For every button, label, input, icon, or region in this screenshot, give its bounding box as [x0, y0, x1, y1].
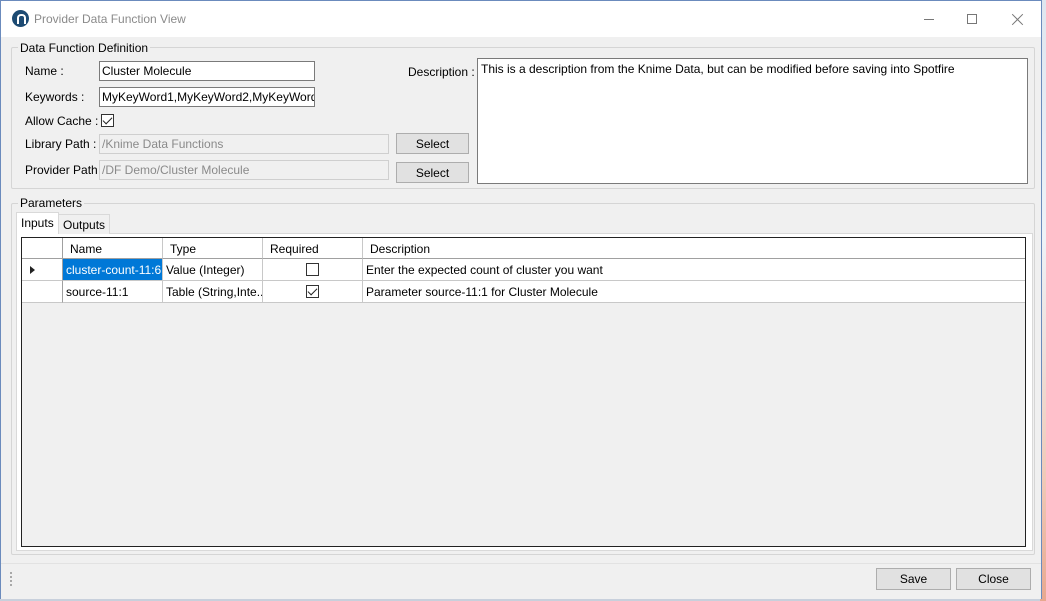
- keywords-label: Keywords :: [25, 90, 85, 104]
- provider-path-select-button[interactable]: Select: [396, 162, 469, 183]
- minimize-icon: [924, 18, 934, 20]
- table-cell-description[interactable]: Enter the expected count of cluster you …: [363, 259, 1025, 281]
- column-header-name[interactable]: Name: [63, 238, 163, 259]
- library-path-label: Library Path :: [25, 137, 97, 151]
- required-checkbox[interactable]: [306, 285, 319, 298]
- close-icon: [1012, 13, 1024, 25]
- parameters-group-label: Parameters: [18, 196, 85, 210]
- column-header-required[interactable]: Required: [263, 238, 363, 259]
- app-logo-icon: [12, 10, 29, 27]
- name-field[interactable]: Cluster Molecule: [99, 61, 315, 81]
- grid-corner-header[interactable]: [22, 238, 63, 259]
- row-header[interactable]: [22, 281, 63, 303]
- name-label: Name :: [25, 64, 64, 78]
- definition-group-label: Data Function Definition: [18, 41, 151, 55]
- table-cell-name[interactable]: cluster-count-11:6: [63, 259, 163, 281]
- table-cell-name[interactable]: source-11:1: [63, 281, 163, 303]
- column-header-type[interactable]: Type: [163, 238, 263, 259]
- title-bar[interactable]: Provider Data Function View: [1, 1, 1041, 37]
- table-cell-description[interactable]: Parameter source-11:1 for Cluster Molecu…: [363, 281, 1025, 303]
- table-cell-type[interactable]: Table (String,Inte...: [163, 281, 263, 303]
- allow-cache-checkbox[interactable]: [101, 114, 114, 127]
- table-cell-type[interactable]: Value (Integer): [163, 259, 263, 281]
- save-button[interactable]: Save: [876, 568, 951, 590]
- close-window-button[interactable]: [995, 1, 1041, 37]
- parameters-grid[interactable]: Name Type Required Description cluster-c…: [21, 237, 1026, 547]
- provider-path-field: /DF Demo/Cluster Molecule: [99, 160, 389, 180]
- close-button[interactable]: Close: [956, 568, 1031, 590]
- description-field[interactable]: This is a description from the Knime Dat…: [477, 58, 1028, 184]
- required-checkbox[interactable]: [306, 263, 319, 276]
- table-cell-required[interactable]: [263, 281, 363, 303]
- table-cell-required[interactable]: [263, 259, 363, 281]
- tab-inputs[interactable]: Inputs: [16, 212, 59, 234]
- provider-data-function-window: Provider Data Function View Data Functio…: [0, 0, 1042, 599]
- maximize-button[interactable]: [949, 1, 995, 37]
- description-label: Description :: [408, 65, 475, 79]
- window-title: Provider Data Function View: [34, 12, 186, 26]
- library-path-field: /Knime Data Functions: [99, 134, 389, 154]
- column-header-description[interactable]: Description: [363, 238, 1025, 259]
- maximize-icon: [967, 14, 977, 24]
- tab-outputs[interactable]: Outputs: [58, 214, 111, 234]
- minimize-button[interactable]: [906, 1, 952, 37]
- allow-cache-label: Allow Cache :: [25, 114, 99, 128]
- resize-grip-icon[interactable]: [10, 572, 13, 586]
- provider-path-label: Provider Path :: [25, 163, 105, 177]
- keywords-field[interactable]: MyKeyWord1,MyKeyWord2,MyKeyWord3: [99, 87, 315, 107]
- library-path-select-button[interactable]: Select: [396, 133, 469, 154]
- current-row-arrow-icon: [30, 266, 35, 274]
- row-header[interactable]: [22, 259, 63, 281]
